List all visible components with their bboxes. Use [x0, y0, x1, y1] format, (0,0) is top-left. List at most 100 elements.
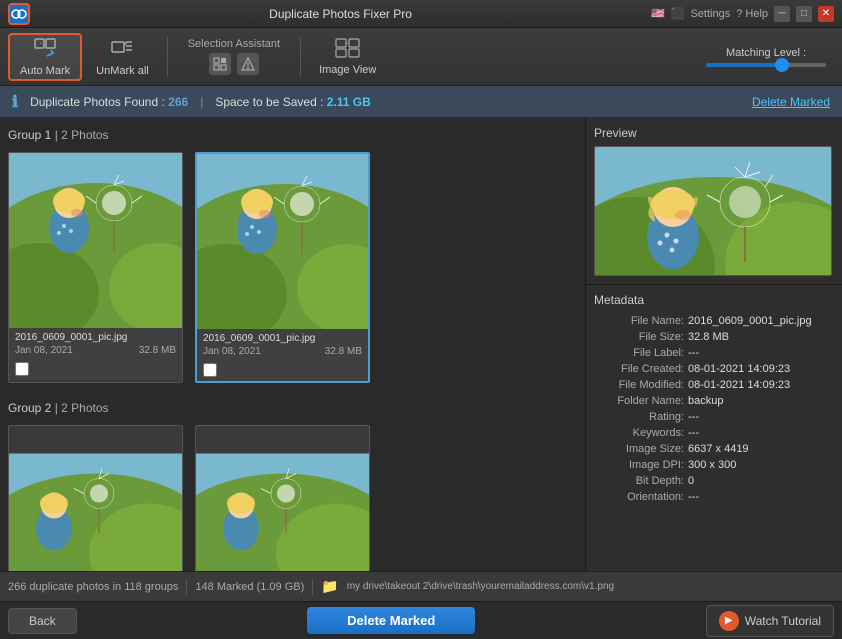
photo-checkbox-1-1[interactable]: [15, 362, 29, 376]
info-divider: |: [200, 95, 203, 109]
meta-key: Folder Name:: [594, 395, 684, 407]
meta-value: 0: [688, 475, 834, 487]
meta-key: File Size:: [594, 331, 684, 343]
group-2-label: Group 2: [8, 401, 51, 415]
meta-value: 300 x 300: [688, 459, 834, 471]
group-1-count: 2 Photos: [61, 128, 108, 142]
photo-date-1-1: Jan 08, 2021: [15, 345, 73, 356]
meta-value: ---: [688, 491, 834, 503]
title-bar-left: [8, 3, 30, 25]
group-1-label: Group 1: [8, 128, 51, 142]
meta-key: Keywords:: [594, 427, 684, 439]
photo-card-2-2[interactable]: 2016_0609_0002_pic.jpg Jan 08, 2021 28.5…: [195, 425, 370, 571]
photo-meta-1-2: Jan 08, 2021 32.8 MB: [203, 346, 362, 357]
photo-size-1-2: 32.8 MB: [325, 346, 362, 357]
meta-key: Rating:: [594, 411, 684, 423]
status-path: my drive\takeout 2\drive\trash\youremail…: [347, 581, 614, 592]
meta-value: backup: [688, 395, 834, 407]
selection-assistant-icons: [209, 53, 259, 75]
unmark-all-icon: [110, 37, 134, 62]
info-delete-marked-link[interactable]: Delete Marked: [752, 95, 830, 109]
toolbar-sep-1: [167, 37, 168, 77]
meta-value: ---: [688, 411, 834, 423]
status-bar: 266 duplicate photos in 118 groups 148 M…: [0, 571, 842, 601]
metadata-container[interactable]: File Name:2016_0609_0001_pic.jpgFile Siz…: [594, 313, 834, 559]
title-bar: Duplicate Photos Fixer Pro 🇺🇸 ⬛ Settings…: [0, 0, 842, 28]
toolbar: Auto Mark UnMark all Selection Assistant: [0, 28, 842, 86]
settings-link[interactable]: Settings: [690, 8, 730, 20]
photo-checkbox-1-2[interactable]: [203, 363, 217, 377]
image-view-button[interactable]: Image View: [309, 34, 386, 80]
back-button[interactable]: Back: [8, 608, 77, 634]
metadata-row: File Created: 08-01-2021 14:09:23: [594, 361, 834, 377]
metadata-row: File Name:2016_0609_0001_pic.jpg: [594, 313, 834, 329]
selection-icon-2[interactable]: [237, 53, 259, 75]
photo-info-1-2: 2016_0609_0001_pic.jpg Jan 08, 2021 32.8…: [197, 329, 368, 381]
bottom-bar: Back Delete Marked ▶ Watch Tutorial: [0, 601, 842, 639]
group-1-photos: 2016_0609_0001_pic.jpg Jan 08, 2021 32.8…: [8, 152, 577, 383]
meta-value: 08-01-2021 14:09:23: [688, 363, 834, 375]
meta-value: 08-01-2021 14:09:23: [688, 379, 834, 391]
unmark-all-button[interactable]: UnMark all: [86, 33, 159, 81]
auto-mark-icon: [33, 37, 57, 62]
meta-key: File Created:: [594, 363, 684, 375]
watch-tutorial-button[interactable]: ▶ Watch Tutorial: [706, 605, 834, 637]
status-divider-1: [186, 579, 187, 595]
meta-value: 6637 x 4419: [688, 443, 834, 455]
auto-mark-button[interactable]: Auto Mark: [8, 33, 82, 81]
selection-icon-1[interactable]: [209, 53, 231, 75]
status-total: 266 duplicate photos in 118 groups: [8, 581, 178, 593]
watch-tutorial-label: Watch Tutorial: [745, 614, 821, 628]
auto-mark-label: Auto Mark: [20, 65, 70, 77]
meta-key: Orientation:: [594, 491, 684, 503]
photo-date-1-2: Jan 08, 2021: [203, 346, 261, 357]
metadata-row: File Size:32.8 MB: [594, 329, 834, 345]
image-view-label: Image View: [319, 64, 376, 76]
photo-thumbnail-2-1: [9, 426, 183, 571]
folder-icon: 📁: [321, 578, 338, 595]
metadata-row: Image DPI: 300 x 300: [594, 457, 834, 473]
minimize-button[interactable]: ─: [774, 6, 790, 22]
duplicate-label: Duplicate Photos Found : 266: [30, 95, 188, 109]
status-marked: 148 Marked (1.09 GB): [195, 581, 304, 593]
main-area: Group 1 | 2 Photos: [0, 118, 842, 571]
duplicate-count: 266: [168, 95, 188, 109]
preview-section: Preview: [586, 118, 842, 285]
group-2-photos: 2016_0609_0002_pic.jpg Jan 08, 2021 28.5…: [8, 425, 577, 571]
meta-key: File Label:: [594, 347, 684, 359]
meta-value: ---: [688, 347, 834, 359]
meta-key: Image Size:: [594, 443, 684, 455]
help-link[interactable]: ? Help: [736, 8, 768, 20]
right-panel: Preview: [586, 118, 842, 571]
metadata-row: Rating: ---: [594, 409, 834, 425]
metadata-title: Metadata: [594, 293, 834, 307]
app-icon: [8, 3, 30, 25]
metadata-row: Orientation: ---: [594, 489, 834, 505]
close-button[interactable]: ✕: [818, 6, 834, 22]
selection-assistant-group: Selection Assistant: [176, 34, 292, 79]
photo-thumbnail-1-1: [9, 153, 183, 328]
photo-list[interactable]: Group 1 | 2 Photos: [0, 118, 586, 571]
metadata-row: Image Size: 6637 x 4419: [594, 441, 834, 457]
photo-size-1-1: 32.8 MB: [139, 345, 176, 356]
photo-card-1-1[interactable]: 2016_0609_0001_pic.jpg Jan 08, 2021 32.8…: [8, 152, 183, 383]
preview-image: [594, 146, 832, 276]
photo-info-1-1: 2016_0609_0001_pic.jpg Jan 08, 2021 32.8…: [9, 328, 182, 380]
meta-value: ---: [688, 427, 834, 439]
preview-title: Preview: [594, 126, 834, 140]
meta-key: Image DPI:: [594, 459, 684, 471]
photo-card-2-1[interactable]: 2016_0609_0002_pic.jpg Jan 08, 2021 28.5…: [8, 425, 183, 571]
meta-key: Bit Depth:: [594, 475, 684, 487]
photo-name-1-1: 2016_0609_0001_pic.jpg: [15, 332, 176, 343]
group-1-header: Group 1 | 2 Photos: [8, 126, 577, 144]
metadata-section: Metadata File Name:2016_0609_0001_pic.jp…: [586, 285, 842, 571]
group-2-header: Group 2 | 2 Photos: [8, 399, 577, 417]
matching-level-slider[interactable]: [706, 63, 826, 67]
selection-assistant-label: Selection Assistant: [188, 38, 280, 50]
app-title: Duplicate Photos Fixer Pro: [30, 7, 651, 21]
toolbar-sep-2: [300, 37, 301, 77]
maximize-button[interactable]: □: [796, 6, 812, 22]
photo-card-1-2[interactable]: 2016_0609_0001_pic.jpg Jan 08, 2021 32.8…: [195, 152, 370, 383]
title-bar-controls: 🇺🇸 ⬛ Settings ? Help ─ □ ✕: [651, 6, 834, 22]
delete-marked-button[interactable]: Delete Marked: [307, 607, 475, 634]
